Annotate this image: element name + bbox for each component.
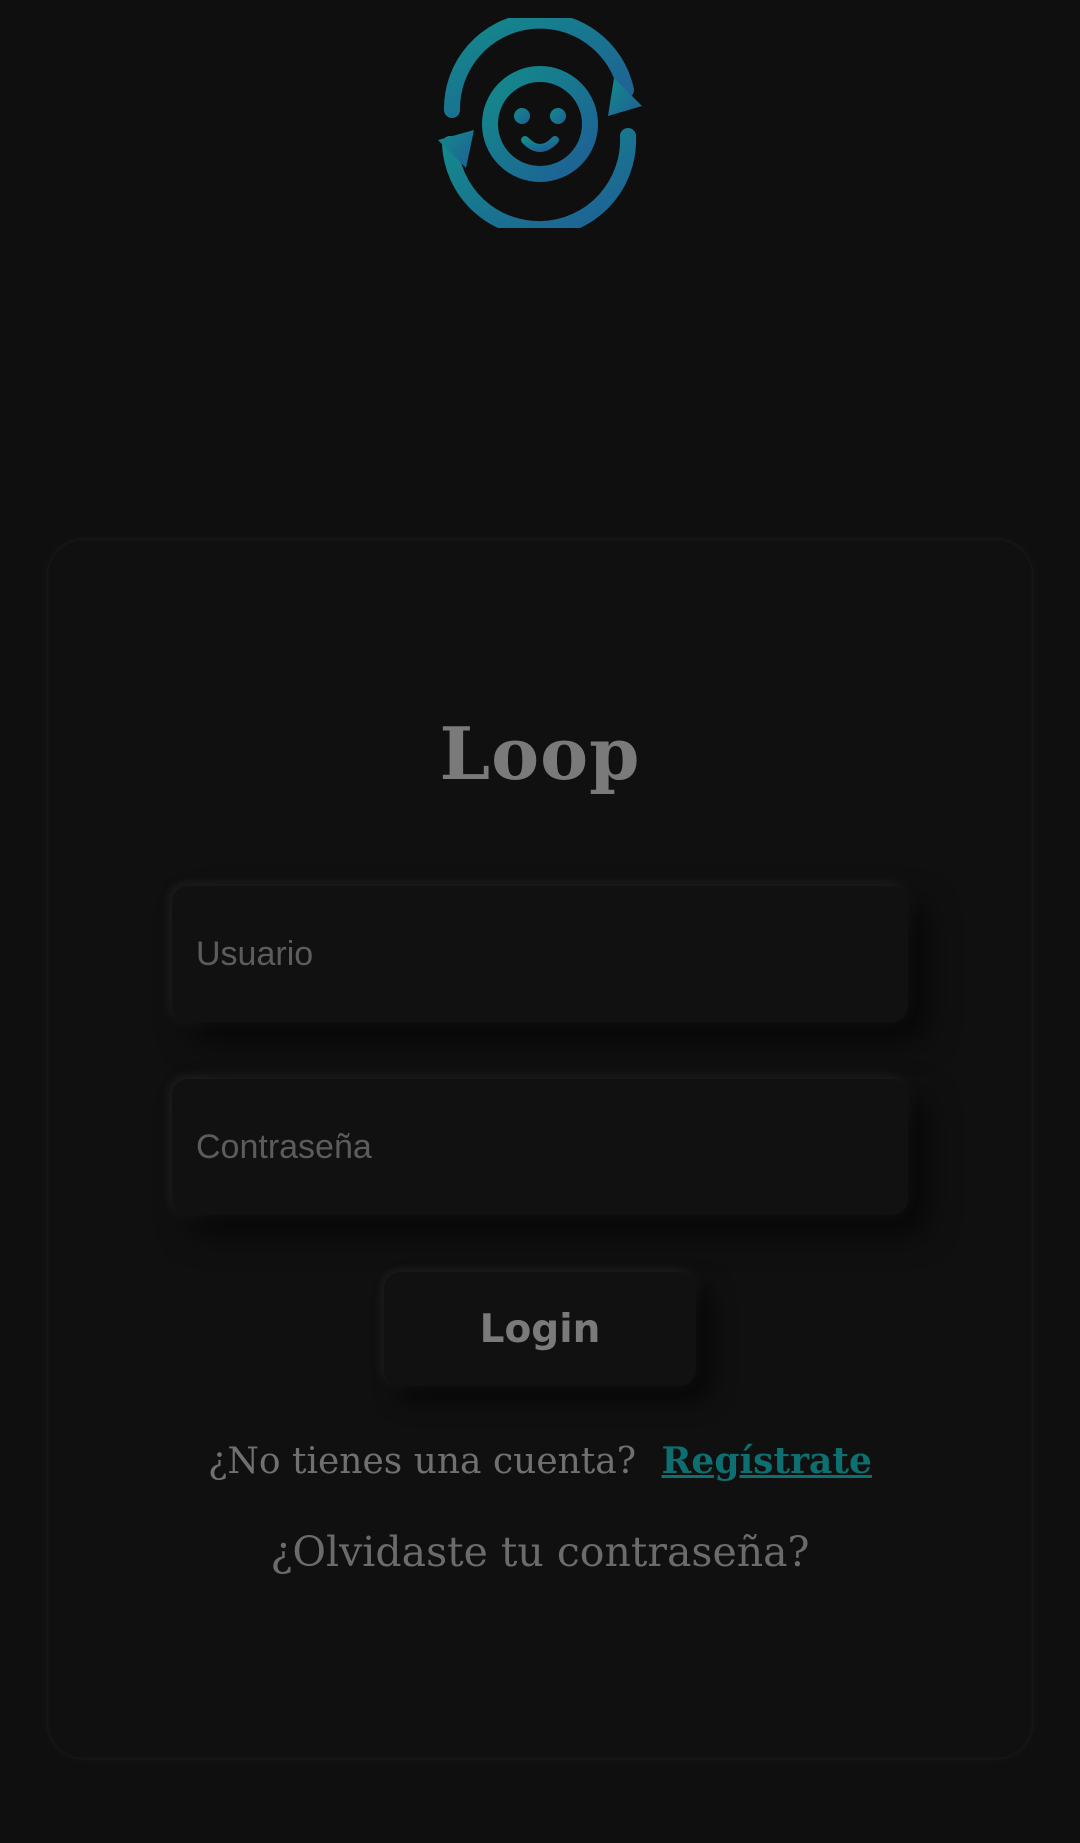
no-account-text: ¿No tienes una cuenta?	[208, 1441, 637, 1482]
password-input[interactable]	[172, 1079, 908, 1215]
app-logo	[430, 18, 650, 228]
login-button[interactable]: Login	[384, 1272, 696, 1386]
app-title: Loop	[439, 711, 641, 796]
password-field[interactable]	[172, 1079, 908, 1215]
login-card: Loop Login ¿No tienes una cuenta? Regíst…	[48, 540, 1032, 1758]
register-link[interactable]: Regístrate	[662, 1440, 872, 1482]
forgot-password-link[interactable]: ¿Olvidaste tu contraseña?	[48, 1528, 1032, 1577]
register-prompt: ¿No tienes una cuenta? Regístrate	[48, 1440, 1032, 1483]
username-input[interactable]	[172, 886, 908, 1022]
loop-smiley-refresh-icon	[438, 18, 642, 228]
username-field[interactable]	[172, 886, 908, 1022]
